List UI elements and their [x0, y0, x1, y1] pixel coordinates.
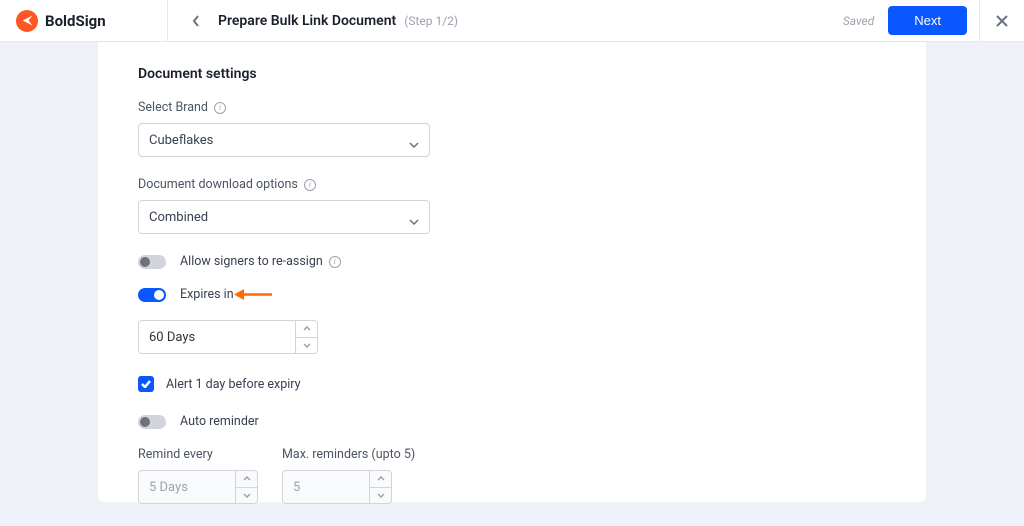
download-select[interactable]: Combined [138, 200, 430, 234]
back-button[interactable] [186, 11, 206, 31]
alert-checkbox[interactable] [138, 376, 154, 392]
info-icon[interactable]: i [214, 102, 226, 114]
info-icon[interactable]: i [304, 179, 316, 191]
reminder-columns: Remind every 5 Days Max. reminders (upto… [138, 447, 886, 526]
max-reminders-value: 5 [283, 471, 369, 503]
arrow-callout-icon [234, 288, 272, 301]
chevron-down-icon [409, 137, 419, 143]
expires-label: Expires in [180, 287, 234, 302]
brand-logo-icon [16, 10, 38, 32]
spinner-controls [369, 471, 391, 503]
section-title: Document settings [138, 66, 886, 82]
expires-input[interactable]: 60 Days [138, 320, 318, 354]
spinner-down-button [236, 488, 257, 504]
expires-value: 60 Days [139, 321, 295, 353]
spinner-up-button[interactable] [296, 321, 317, 338]
reassign-label: Allow signers to re-assign i [180, 254, 341, 269]
autoreminder-row: Auto reminder [138, 414, 886, 429]
page-title: Prepare Bulk Link Document [218, 13, 396, 29]
info-icon[interactable]: i [329, 256, 341, 268]
remind-every-label: Remind every [138, 447, 258, 462]
reassign-row: Allow signers to re-assign i [138, 254, 886, 269]
header-actions: Saved Next [843, 0, 1024, 42]
step-indicator: (Step 1/2) [404, 14, 458, 28]
reassign-toggle[interactable] [138, 255, 166, 269]
chevron-down-icon [409, 214, 419, 220]
alert-row: Alert 1 day before expiry [138, 376, 886, 392]
spinner-down-button[interactable] [296, 338, 317, 354]
title-section: Prepare Bulk Link Document (Step 1/2) [168, 11, 843, 31]
brand-select[interactable]: Cubeflakes [138, 123, 430, 157]
max-reminders-input: 5 [282, 470, 392, 504]
brand-name: BoldSign [45, 12, 106, 30]
autoreminder-toggle[interactable] [138, 415, 166, 429]
spinner-controls [295, 321, 317, 353]
download-select-value: Combined [149, 210, 208, 225]
saved-status: Saved [843, 14, 874, 28]
spinner-down-button [370, 488, 391, 504]
spinner-up-button [236, 471, 257, 488]
autoreminder-label: Auto reminder [180, 414, 259, 429]
next-button[interactable]: Next [888, 6, 967, 35]
download-label: Document download options i [138, 177, 886, 192]
remind-every-input: 5 Days [138, 470, 258, 504]
app-header: BoldSign Prepare Bulk Link Document (Ste… [0, 0, 1024, 42]
remind-every-value: 5 Days [139, 471, 235, 503]
alert-label: Alert 1 day before expiry [166, 377, 301, 392]
close-button[interactable] [992, 11, 1012, 31]
spinner-controls [235, 471, 257, 503]
settings-panel: Document settings Select Brand i Cubefla… [98, 42, 926, 502]
brand-select-value: Cubeflakes [149, 133, 213, 148]
brand-section: BoldSign [16, 0, 168, 41]
divider [979, 0, 980, 42]
spinner-up-button [370, 471, 391, 488]
brand-label: Select Brand i [138, 100, 886, 115]
expires-toggle[interactable] [138, 288, 166, 302]
max-reminders-label: Max. reminders (upto 5) [282, 447, 415, 462]
expires-row: Expires in [138, 287, 886, 302]
